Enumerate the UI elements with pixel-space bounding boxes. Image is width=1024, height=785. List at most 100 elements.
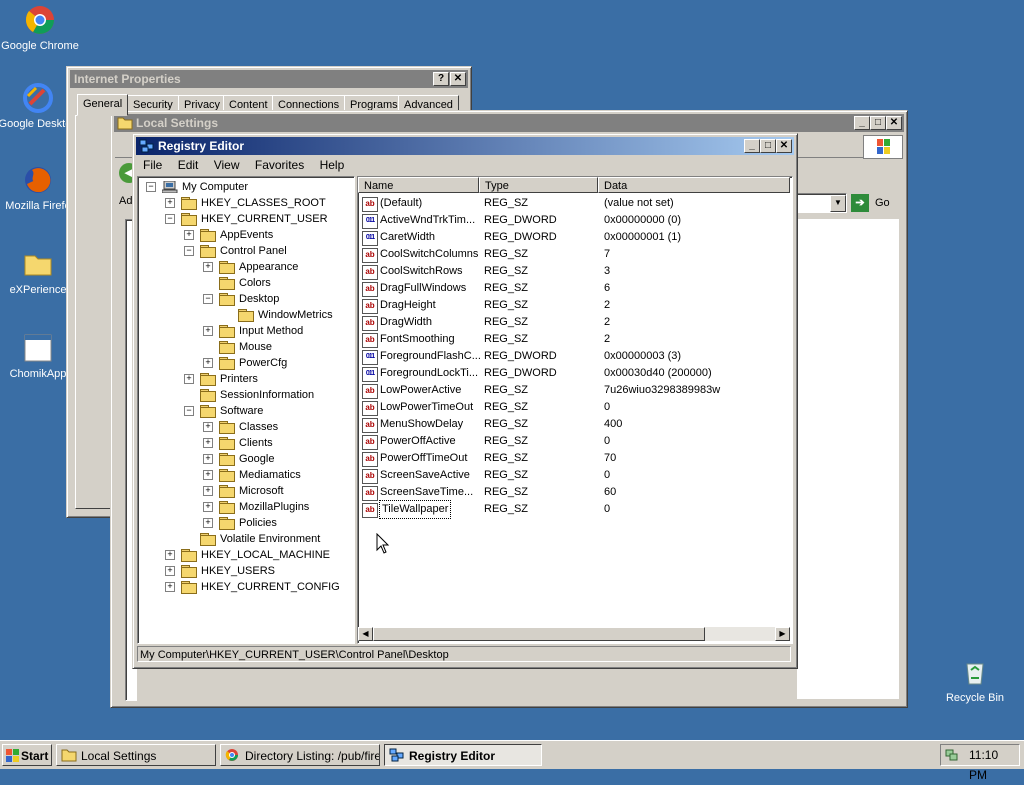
registry-value-row[interactable]: ab DragWidth REG_SZ 2 <box>358 314 788 331</box>
menu-view[interactable]: View <box>214 158 240 172</box>
collapse-icon[interactable]: − <box>184 246 194 256</box>
column-header-type[interactable]: Type <box>479 177 598 193</box>
tree-node[interactable]: + HKEY_LOCAL_MACHINE <box>138 547 352 563</box>
tree-node[interactable]: Volatile Environment <box>138 531 352 547</box>
tree-node[interactable]: + Clients <box>138 435 352 451</box>
taskbar-item-registry-editor[interactable]: Registry Editor <box>384 744 542 766</box>
desktop-icon-chrome[interactable]: Google Chrome <box>0 4 80 52</box>
registry-value-row[interactable]: ab DragFullWindows REG_SZ 6 <box>358 280 788 297</box>
help-button[interactable]: ? <box>433 72 449 86</box>
expand-icon[interactable]: + <box>203 262 213 272</box>
network-icon[interactable] <box>945 748 959 762</box>
expand-icon[interactable]: + <box>203 470 213 480</box>
registry-value-row[interactable]: ab ScreenSaveActive REG_SZ 0 <box>358 467 788 484</box>
taskbar-item-directory-listing[interactable]: Directory Listing: /pub/fire... <box>220 744 380 766</box>
go-button[interactable]: ➔ Go <box>851 193 895 213</box>
tree-node[interactable]: − Control Panel <box>138 243 352 259</box>
registry-value-row[interactable]: 011 ForegroundFlashC... REG_DWORD 0x0000000… <box>358 348 788 365</box>
tree-node[interactable]: − HKEY_CURRENT_USER <box>138 211 352 227</box>
expand-icon[interactable]: + <box>165 566 175 576</box>
window-title-bar[interactable]: Local Settings _ □ ✕ <box>114 114 904 132</box>
tree-node[interactable]: SessionInformation <box>138 387 352 403</box>
scroll-thumb[interactable] <box>373 627 705 641</box>
registry-values-list[interactable]: Name Type Data ab (Default) REG_SZ (value n… <box>357 176 793 644</box>
collapse-icon[interactable]: − <box>184 406 194 416</box>
maximize-button[interactable]: □ <box>870 116 886 130</box>
tree-node[interactable]: + Printers <box>138 371 352 387</box>
expand-icon[interactable]: + <box>203 486 213 496</box>
expand-icon[interactable]: + <box>165 198 175 208</box>
registry-value-row[interactable]: ab CoolSwitchColumns REG_SZ 7 <box>358 246 788 263</box>
expand-icon[interactable]: + <box>203 358 213 368</box>
tree-node[interactable]: + HKEY_CLASSES_ROOT <box>138 195 352 211</box>
menu-help[interactable]: Help <box>320 158 345 172</box>
menu-favorites[interactable]: Favorites <box>255 158 304 172</box>
tree-node[interactable]: + Appearance <box>138 259 352 275</box>
close-button[interactable]: ✕ <box>776 139 792 153</box>
expand-icon[interactable]: + <box>203 454 213 464</box>
tree-node[interactable]: WindowMetrics <box>138 307 352 323</box>
registry-value-row[interactable]: ab LowPowerActive REG_SZ 7u26wiuo3298389983… <box>358 382 788 399</box>
tree-node[interactable]: − Desktop <box>138 291 352 307</box>
expand-icon[interactable]: + <box>165 550 175 560</box>
tree-node[interactable]: + Google <box>138 451 352 467</box>
expand-icon[interactable]: + <box>203 422 213 432</box>
expand-icon[interactable]: + <box>203 326 213 336</box>
window-title-bar[interactable]: Internet Properties ? ✕ <box>70 70 468 88</box>
expand-icon[interactable]: + <box>184 374 194 384</box>
menu-edit[interactable]: Edit <box>178 158 199 172</box>
registry-editor-window[interactable]: Registry Editor _ □ ✕ File Edit View Fav… <box>132 133 798 669</box>
collapse-icon[interactable]: − <box>146 182 156 192</box>
registry-value-row[interactable]: ab CoolSwitchRows REG_SZ 3 <box>358 263 788 280</box>
menu-file[interactable]: File <box>143 158 162 172</box>
tree-node[interactable]: + Input Method <box>138 323 352 339</box>
tree-node[interactable]: − My Computer <box>138 179 352 195</box>
desktop-icon-recycle-bin[interactable]: Recycle Bin <box>935 656 1015 704</box>
expand-icon[interactable]: + <box>203 438 213 448</box>
tree-node[interactable]: + PowerCfg <box>138 355 352 371</box>
horizontal-scrollbar[interactable]: ◀ ▶ <box>358 627 790 641</box>
tree-node[interactable]: + Classes <box>138 419 352 435</box>
collapse-icon[interactable]: − <box>165 214 175 224</box>
start-button[interactable]: Start <box>2 744 52 766</box>
minimize-button[interactable]: _ <box>854 116 870 130</box>
registry-value-row[interactable]: 011 ActiveWndTrkTim... REG_DWORD 0x00000000… <box>358 212 788 229</box>
taskbar-item-local-settings[interactable]: Local Settings <box>56 744 216 766</box>
collapse-icon[interactable]: − <box>203 294 213 304</box>
tree-node[interactable]: + Policies <box>138 515 352 531</box>
registry-value-row[interactable]: ab LowPowerTimeOut REG_SZ 0 <box>358 399 788 416</box>
expand-icon[interactable]: + <box>184 230 194 240</box>
scroll-right-button[interactable]: ▶ <box>775 627 790 641</box>
tree-node[interactable]: Mouse <box>138 339 352 355</box>
registry-value-row[interactable]: ab MenuShowDelay REG_SZ 400 <box>358 416 788 433</box>
close-button[interactable]: ✕ <box>886 116 902 130</box>
registry-value-row[interactable]: ab ScreenSaveTime... REG_SZ 60 <box>358 484 788 501</box>
minimize-button[interactable]: _ <box>744 139 760 153</box>
expand-icon[interactable]: + <box>165 582 175 592</box>
tree-node[interactable]: Colors <box>138 275 352 291</box>
tree-node[interactable]: + AppEvents <box>138 227 352 243</box>
tab-general[interactable]: General <box>77 94 129 116</box>
scroll-left-button[interactable]: ◀ <box>358 627 373 641</box>
address-dropdown-button[interactable]: ▼ <box>830 195 846 212</box>
tree-node[interactable]: + Microsoft <box>138 483 352 499</box>
tree-node[interactable]: + Mediamatics <box>138 467 352 483</box>
column-header-name[interactable]: Name <box>358 177 479 193</box>
registry-value-row[interactable]: ab TileWallpaper REG_SZ 0 <box>358 500 788 519</box>
tree-node[interactable]: + HKEY_USERS <box>138 563 352 579</box>
registry-value-row[interactable]: ab FontSmoothing REG_SZ 2 <box>358 331 788 348</box>
registry-value-row[interactable]: ab PowerOffTimeOut REG_SZ 70 <box>358 450 788 467</box>
registry-value-row[interactable]: ab PowerOffActive REG_SZ 0 <box>358 433 788 450</box>
registry-value-row[interactable]: 011 ForegroundLockTi... REG_DWORD 0x00030d4… <box>358 365 788 382</box>
expand-icon[interactable]: + <box>203 518 213 528</box>
registry-value-row[interactable]: 011 CaretWidth REG_DWORD 0x00000001 (1) <box>358 229 788 246</box>
tree-node[interactable]: + MozillaPlugins <box>138 499 352 515</box>
expand-icon[interactable]: + <box>203 502 213 512</box>
column-header-data[interactable]: Data <box>598 177 790 193</box>
registry-value-row[interactable]: ab (Default) REG_SZ (value not set) <box>358 195 788 212</box>
registry-tree[interactable]: − My Computer + HKEY_CLASSES_ROOT − HKEY_CURR… <box>137 176 355 644</box>
window-title-bar[interactable]: Registry Editor _ □ ✕ <box>136 137 794 155</box>
close-button[interactable]: ✕ <box>450 72 466 86</box>
tree-node[interactable]: − Software <box>138 403 352 419</box>
registry-value-row[interactable]: ab DragHeight REG_SZ 2 <box>358 297 788 314</box>
